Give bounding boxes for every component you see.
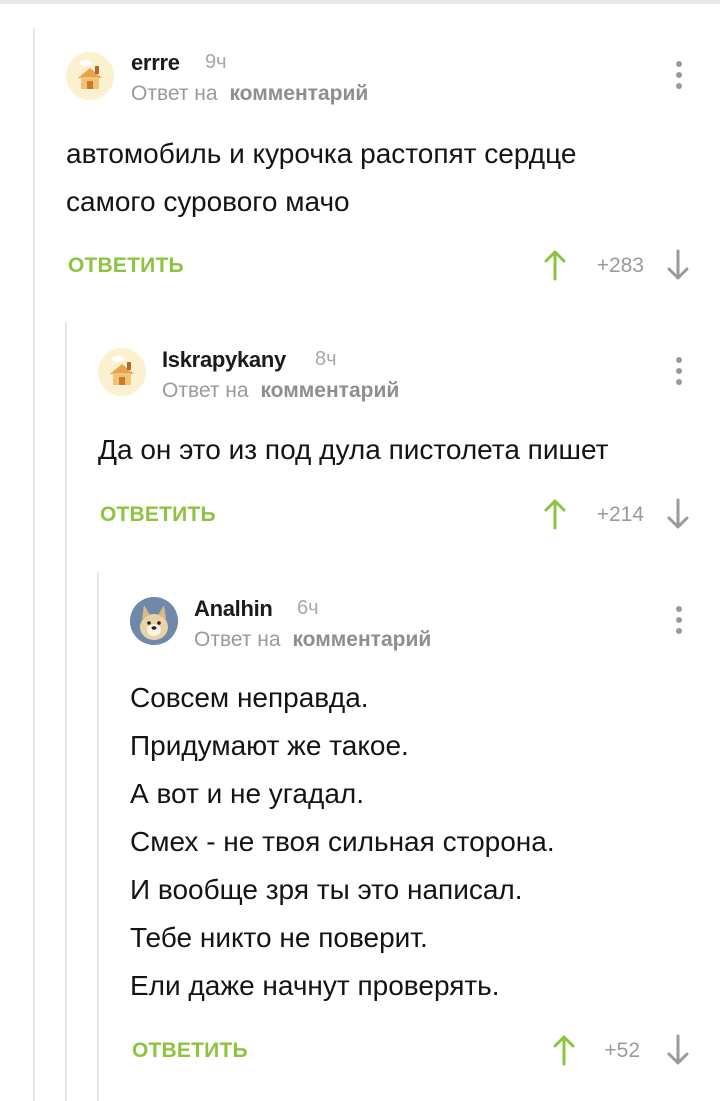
thread-line	[97, 572, 99, 1101]
comment-score: +214	[596, 503, 644, 526]
comment-time: 8ч	[315, 348, 337, 370]
comment-line: Совсем неправда.	[130, 682, 369, 713]
downvote-arrow-icon[interactable]	[666, 1034, 690, 1066]
comment-text: автомобиль и курочка растопят сердце сам…	[66, 130, 576, 226]
upvote-arrow-icon[interactable]	[543, 498, 567, 530]
reply-to-target: комментарий	[292, 628, 432, 651]
reply-to-target: комментарий	[229, 82, 369, 105]
thread-line	[33, 28, 35, 1101]
reply-to-prefix: Ответ на	[131, 82, 218, 105]
comment-line: И вообще зря ты это написал.	[130, 874, 523, 905]
comment-line: Тебе никто не поверит.	[130, 922, 428, 953]
thread-line	[65, 322, 67, 1101]
username[interactable]: errre	[131, 50, 180, 76]
comment-line: Да он это из под дула пистолета пишет	[98, 434, 609, 465]
username[interactable]: Analhin	[194, 596, 273, 622]
reply-to-target: комментарий	[260, 379, 400, 402]
comment-line: Смех - не твоя сильная сторона.	[130, 826, 555, 857]
username[interactable]: Iskrapykany	[162, 347, 286, 373]
reply-to-prefix: Ответ на	[162, 379, 249, 402]
reply-button[interactable]: ОТВЕТИТЬ	[68, 254, 184, 278]
downvote-arrow-icon[interactable]	[666, 249, 690, 281]
reply-button[interactable]: ОТВЕТИТЬ	[132, 1039, 248, 1063]
comment-score: +52	[604, 1039, 640, 1062]
comment-line: автомобиль и курочка растопят сердце	[66, 138, 577, 169]
comment-time: 6ч	[297, 597, 319, 619]
comment-text: Совсем неправда. Придумают же такое. А в…	[130, 674, 555, 1010]
comment-time: 9ч	[205, 51, 227, 73]
dog-avatar-icon[interactable]	[130, 597, 178, 645]
comment-text: Да он это из под дула пистолета пишет	[98, 426, 608, 474]
upvote-arrow-icon[interactable]	[543, 249, 567, 281]
reply-to-link[interactable]: Ответ на комментарий	[131, 82, 368, 106]
more-options-icon[interactable]	[673, 357, 685, 393]
top-edge	[0, 0, 720, 4]
reply-to-link[interactable]: Ответ на комментарий	[194, 628, 431, 652]
comment-score: +283	[596, 254, 644, 277]
more-options-icon[interactable]	[673, 61, 685, 97]
downvote-arrow-icon[interactable]	[666, 498, 690, 530]
reply-to-link[interactable]: Ответ на комментарий	[162, 379, 399, 403]
house-avatar-icon[interactable]	[98, 348, 146, 396]
comment-line: Придумают же такое.	[130, 730, 409, 761]
house-avatar-icon[interactable]	[66, 52, 114, 100]
reply-button[interactable]: ОТВЕТИТЬ	[100, 503, 216, 527]
comment-line: А вот и не угадал.	[130, 778, 365, 809]
comment-line: Ели даже начнут проверять.	[130, 970, 500, 1001]
comment-line: самого сурового мачо	[66, 186, 350, 217]
reply-to-prefix: Ответ на	[194, 628, 281, 651]
more-options-icon[interactable]	[673, 606, 685, 642]
